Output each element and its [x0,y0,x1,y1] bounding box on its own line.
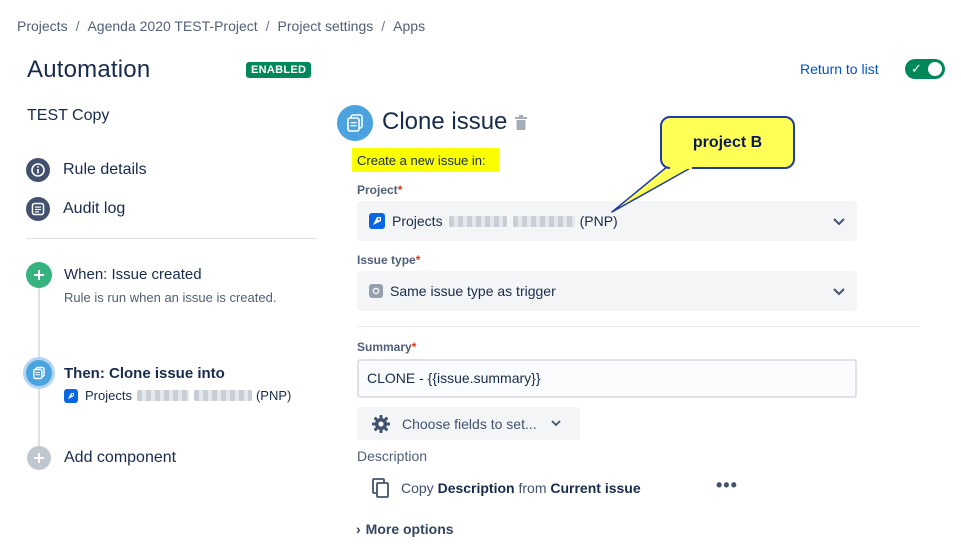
label-text: Project [357,183,398,197]
create-new-issue-note: Create a new issue in: [352,148,499,172]
breadcrumb-apps[interactable]: Apps [393,18,425,34]
project-prefix: Projects [85,388,132,403]
action-title: Then: Clone issue into [64,365,225,382]
sidebar-item-label: Rule details [63,161,147,178]
from-word: from [518,480,547,496]
chevron-down-icon [833,283,845,299]
action-project: Projects (PNP) [64,388,291,403]
summary-label: Summary* [357,340,416,354]
info-icon [26,158,50,182]
trigger-title: When: Issue created [64,266,202,283]
breadcrumb: Projects / Agenda 2020 TEST-Project / Pr… [17,18,425,34]
copy-field: Description [437,480,515,496]
breadcrumb-project-settings[interactable]: Project settings [278,18,374,34]
required-mark: * [397,183,403,197]
form-divider [357,326,920,327]
plus-icon [26,262,52,288]
issue-type-select[interactable]: Same issue type as trigger [357,271,857,311]
breadcrumb-separator: / [265,18,270,34]
copy-icon [372,478,390,498]
return-to-list-link[interactable]: Return to list [800,61,879,77]
rocket-icon [64,388,78,403]
choose-fields-label: Choose fields to set... [402,415,537,432]
chevron-right-icon: › [356,521,361,537]
description-label: Description [357,448,428,464]
issue-type-value: Same issue type as trigger [390,283,556,299]
callout-annotation: project B [660,116,795,169]
choose-fields-button[interactable]: Choose fields to set... [357,407,580,440]
project-prefix: Projects [392,213,443,229]
breadcrumb-project[interactable]: Agenda 2020 TEST-Project [87,18,257,34]
summary-input[interactable]: CLONE - {{issue.summary}} [357,359,857,398]
check-icon: ✓ [911,61,922,76]
trigger-description: Rule is run when an issue is created. [64,290,277,305]
rule-name: TEST Copy [27,107,110,124]
project-suffix: (PNP) [255,388,292,403]
project-select[interactable]: Projects (PNP) [357,201,857,241]
action-heading: Clone issue [382,108,508,135]
issue-type-icon [369,284,383,298]
toggle-knob [928,62,942,76]
label-text: Issue type [357,253,416,267]
rule-enabled-toggle[interactable]: ✓ [905,59,945,79]
issue-type-label: Issue type* [357,253,420,267]
plus-icon [27,446,51,470]
breadcrumb-separator: / [381,18,386,34]
more-options-toggle[interactable]: › More options [356,521,454,537]
copy-source: Current issue [550,480,641,496]
chevron-down-icon [833,213,845,229]
redacted-text [512,215,575,227]
required-mark: * [411,340,417,354]
chevron-down-icon [551,420,561,427]
rocket-icon [369,213,385,229]
required-mark: * [415,253,421,267]
trash-icon[interactable] [514,115,528,136]
breadcrumb-projects[interactable]: Projects [17,18,68,34]
sidebar-item-label: Audit log [63,200,126,217]
label-text: Summary [357,340,412,354]
redacted-text [136,390,189,401]
description-copy-row: Copy Description from Current issue [372,478,641,498]
gear-icon [371,414,391,434]
redacted-text [448,215,507,227]
action-step[interactable]: Then: Clone issue into Projects (PNP) [26,360,291,403]
more-options-label: More options [365,521,454,537]
status-badge: ENABLED [246,62,312,78]
project-suffix: (PNP) [579,213,618,229]
clone-icon [337,105,373,141]
breadcrumb-separator: / [75,18,80,34]
list-icon [26,197,50,221]
copy-word: Copy [401,480,434,496]
add-component-button[interactable]: Add component [27,446,176,470]
sidebar-item-audit-log[interactable]: Audit log [26,197,125,221]
more-actions-icon[interactable]: ••• [716,475,738,496]
add-component-label: Add component [64,449,177,466]
project-label: Project* [357,183,402,197]
trigger-step[interactable]: When: Issue created Rule is run when an … [26,262,276,305]
sidebar-divider [26,238,317,239]
redacted-text [193,390,252,401]
clone-icon [26,360,52,386]
sidebar-item-rule-details[interactable]: Rule details [26,158,147,182]
page-title: Automation [27,56,151,83]
